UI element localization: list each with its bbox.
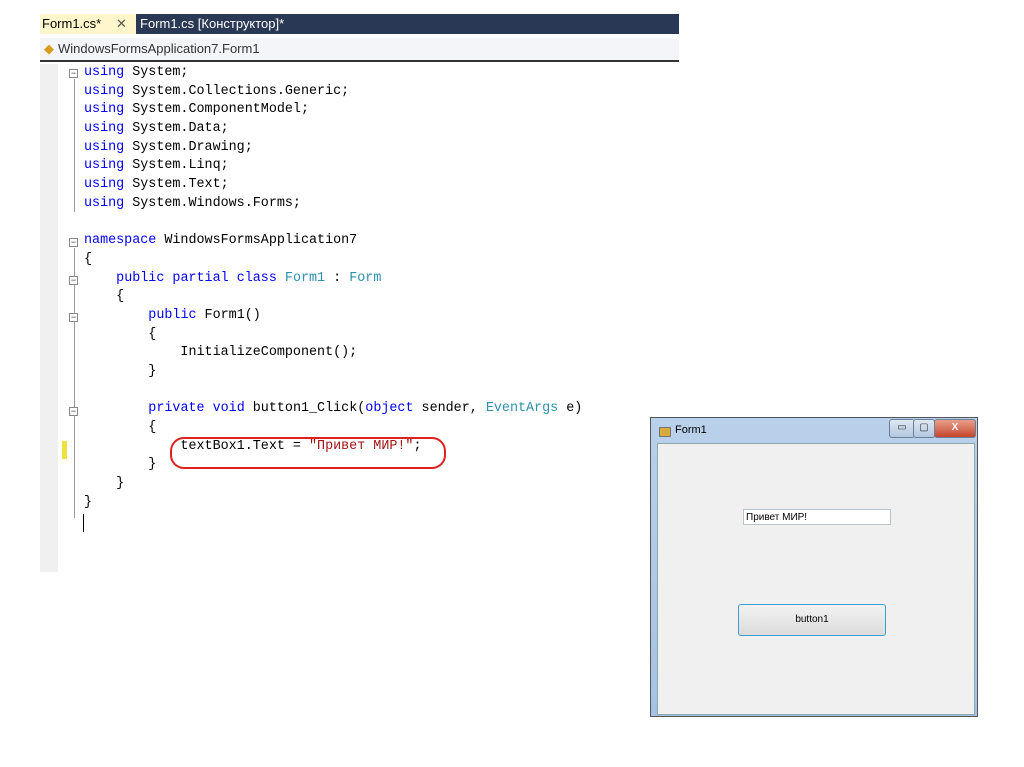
highlight-oval: [170, 437, 446, 469]
collapse-icon[interactable]: −: [69, 407, 78, 416]
code-token: }: [84, 494, 93, 510]
collapse-icon[interactable]: −: [69, 313, 78, 322]
class-path: WindowsFormsApplication7.Form1: [58, 41, 260, 56]
code-token: System.Windows.Forms;: [124, 195, 301, 211]
collapse-icon[interactable]: −: [69, 69, 78, 78]
code-token: e): [558, 401, 583, 417]
code-token: System.ComponentModel;: [124, 102, 310, 118]
code-line: public Form1(): [84, 307, 582, 326]
code-line: using System.Data;: [84, 120, 582, 139]
code-line: {: [84, 326, 582, 345]
code-token: EventArgs: [477, 401, 559, 417]
code-token: sender,: [413, 401, 478, 417]
code-line: {: [84, 288, 582, 307]
code-token: using: [84, 158, 125, 174]
code-token: System.Text;: [124, 177, 229, 193]
code-token: public: [148, 307, 197, 323]
code-line: using System.Collections.Generic;: [84, 83, 582, 102]
code-token: button1_Click(: [244, 401, 366, 417]
code-token: public partial class: [116, 270, 277, 286]
code-token: using: [84, 65, 125, 80]
code-token: object: [365, 401, 414, 417]
code-token: using: [84, 139, 125, 155]
code-line: using System.Linq;: [84, 157, 582, 176]
code-token: {: [84, 420, 157, 436]
code-token: namespace: [84, 233, 157, 249]
form-client-area: Привет МИР! button1: [657, 443, 975, 715]
code-token: {: [84, 326, 157, 342]
code-token: Form: [341, 270, 382, 286]
textbox1[interactable]: Привет МИР!: [743, 509, 891, 525]
code-token: System.Collections.Generic;: [124, 83, 350, 99]
code-token: System.Linq;: [124, 158, 229, 174]
tab-form1-designer[interactable]: Form1.cs [Конструктор]*: [140, 14, 284, 34]
code-token: System.Drawing;: [124, 139, 253, 155]
code-token: using: [84, 83, 125, 99]
text-cursor: [83, 514, 84, 532]
form-icon: [659, 427, 671, 437]
code-token: using: [84, 195, 125, 211]
button1[interactable]: button1: [738, 604, 886, 636]
code-token: System.Data;: [124, 121, 229, 137]
form1-window: Form1 ▭ ▢ X Привет МИР! button1: [650, 417, 978, 717]
code-token: WindowsFormsApplication7: [156, 233, 358, 249]
outline-line: [74, 248, 75, 518]
code-line: using System.Drawing;: [84, 139, 582, 158]
outline-line: [74, 79, 75, 212]
code-token: {: [84, 289, 125, 305]
code-token: using: [84, 102, 125, 118]
code-token: InitializeComponent();: [84, 345, 358, 361]
window-title: Form1: [675, 424, 707, 436]
code-token: }: [84, 457, 157, 473]
changed-line-marker: [62, 441, 67, 459]
maximize-button[interactable]: ▢: [913, 419, 935, 438]
close-button[interactable]: X: [934, 419, 976, 438]
code-line: {: [84, 251, 582, 270]
code-line: namespace WindowsFormsApplication7: [84, 232, 582, 251]
code-line: }: [84, 363, 582, 382]
code-line: }: [84, 494, 582, 513]
code-line: {: [84, 419, 582, 438]
collapse-icon[interactable]: −: [69, 238, 78, 247]
class-icon: ◆: [44, 41, 54, 56]
close-tab-icon[interactable]: ✕: [116, 14, 127, 34]
code-token: private void: [148, 401, 245, 417]
code-line: using System.Text;: [84, 176, 582, 195]
code-token: using: [84, 121, 125, 137]
code-token: using: [84, 177, 125, 193]
code-token: Form1: [276, 270, 326, 286]
code-line: public partial class Form1 : Form: [84, 270, 582, 289]
code-token: }: [84, 476, 125, 492]
collapse-icon[interactable]: −: [69, 276, 78, 285]
document-tabs: Form1.cs* ✕ Form1.cs [Конструктор]*: [40, 14, 679, 34]
minimize-button[interactable]: ▭: [889, 419, 915, 438]
code-token: }: [84, 364, 157, 379]
code-line: using System;: [84, 64, 582, 83]
code-line: InitializeComponent();: [84, 344, 582, 363]
navigation-bar[interactable]: ◆ WindowsFormsApplication7.Form1: [40, 38, 679, 62]
code-line: using System.ComponentModel;: [84, 101, 582, 120]
editor-gutter: [40, 64, 58, 572]
code-token: {: [84, 251, 93, 267]
code-token: :: [325, 270, 342, 286]
code-token: Form1(): [196, 307, 261, 323]
code-token: System;: [124, 65, 189, 80]
code-line: }: [84, 475, 582, 494]
code-line: private void button1_Click(object sender…: [84, 400, 582, 419]
code-line: using System.Windows.Forms;: [84, 195, 582, 214]
